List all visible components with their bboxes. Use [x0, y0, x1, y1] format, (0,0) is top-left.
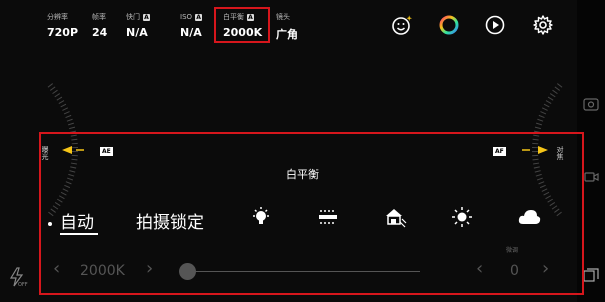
- iso-label: ISO: [180, 13, 193, 21]
- kelvin-slider-knob[interactable]: [179, 263, 196, 280]
- white-balance-label: 白平衡: [223, 13, 244, 21]
- increase-kelvin-button[interactable]: ›: [146, 258, 153, 279]
- flash-off-label: OFF: [18, 282, 28, 288]
- lens-value: 广角: [276, 28, 298, 41]
- auto-badge: A: [143, 13, 150, 21]
- decrease-kelvin-button[interactable]: ‹: [53, 258, 60, 279]
- resolution-setting[interactable]: 分辨率 720P: [47, 12, 78, 39]
- shutter-setting[interactable]: 快门 A N/A: [126, 12, 150, 39]
- shade-icon[interactable]: [383, 205, 407, 229]
- shutter-value: N/A: [126, 26, 148, 39]
- fine-tune-label: 微调: [506, 247, 519, 254]
- auto-badge: A: [247, 13, 254, 21]
- framerate-setting[interactable]: 帧率 24: [92, 12, 107, 39]
- gallery-icon[interactable]: [583, 268, 599, 282]
- iso-value: N/A: [180, 26, 202, 39]
- lens-setting[interactable]: 镜头 广角: [276, 12, 298, 42]
- mode-lock[interactable]: 拍摄锁定: [136, 208, 204, 233]
- framerate-label: 帧率: [92, 13, 106, 21]
- sunny-icon[interactable]: [450, 205, 474, 229]
- increase-tint-button[interactable]: ›: [542, 258, 549, 279]
- auto-badge: A: [195, 13, 203, 21]
- shutter-label: 快门: [126, 13, 140, 21]
- selected-dot: [48, 222, 52, 226]
- kelvin-value: 2000K: [80, 263, 125, 279]
- resolution-value: 720P: [47, 26, 79, 39]
- play-icon[interactable]: [484, 14, 506, 36]
- camera-switch-icon[interactable]: [583, 97, 599, 111]
- iso-setting[interactable]: ISO A N/A: [180, 12, 203, 39]
- white-balance-value: 2000K: [223, 26, 263, 39]
- mode-auto[interactable]: 自动: [60, 208, 94, 233]
- decrease-tint-button[interactable]: ‹: [476, 258, 483, 279]
- panel-title: 白平衡: [286, 168, 319, 181]
- color-filter-icon[interactable]: [438, 14, 460, 36]
- incandescent-icon[interactable]: [249, 205, 273, 229]
- smiley-beauty-icon[interactable]: [391, 14, 413, 36]
- white-balance-setting[interactable]: 白平衡 A 2000K: [223, 12, 262, 39]
- cloudy-icon[interactable]: [517, 205, 541, 229]
- gear-icon[interactable]: [532, 14, 554, 36]
- resolution-label: 分辨率: [47, 13, 68, 21]
- framerate-value: 24: [92, 26, 108, 39]
- tint-value: 0: [510, 263, 519, 279]
- kelvin-slider-track[interactable]: [188, 271, 420, 272]
- mode-auto-underline: [60, 233, 98, 235]
- fluorescent-icon[interactable]: [316, 205, 340, 229]
- lens-label: 镜头: [276, 13, 290, 21]
